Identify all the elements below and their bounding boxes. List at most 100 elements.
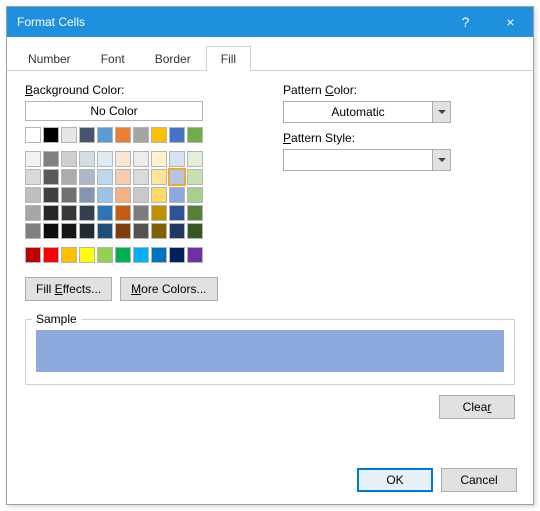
color-swatch[interactable] (115, 223, 131, 239)
color-swatch[interactable] (187, 169, 203, 185)
color-swatch[interactable] (79, 223, 95, 239)
color-swatch[interactable] (187, 205, 203, 221)
color-swatch[interactable] (97, 247, 113, 263)
help-button[interactable]: ? (443, 7, 488, 37)
color-swatch[interactable] (79, 247, 95, 263)
color-swatch[interactable] (79, 169, 95, 185)
color-swatch[interactable] (115, 151, 131, 167)
color-swatch[interactable] (133, 169, 149, 185)
color-swatch[interactable] (187, 247, 203, 263)
color-swatch[interactable] (115, 127, 131, 143)
color-swatch[interactable] (61, 205, 77, 221)
theme-color-row (25, 127, 245, 143)
color-swatch[interactable] (115, 247, 131, 263)
color-swatch[interactable] (151, 187, 167, 203)
sample-label: Sample (32, 312, 81, 326)
tab-border[interactable]: Border (140, 46, 206, 71)
color-swatch[interactable] (61, 187, 77, 203)
format-cells-dialog: Format Cells ? × Number Font Border Fill… (6, 6, 534, 505)
no-color-button[interactable]: No Color (25, 101, 203, 121)
color-swatch[interactable] (133, 151, 149, 167)
color-swatch[interactable] (97, 151, 113, 167)
chevron-down-icon (432, 150, 450, 170)
color-swatch[interactable] (43, 169, 59, 185)
color-swatch[interactable] (79, 205, 95, 221)
pattern-color-value: Automatic (284, 105, 432, 119)
tab-strip: Number Font Border Fill (7, 45, 533, 71)
chevron-down-icon (432, 102, 450, 122)
color-swatch[interactable] (79, 151, 95, 167)
color-swatch[interactable] (151, 169, 167, 185)
background-color-section: Background Color: No Color Fill Effects.… (25, 83, 245, 301)
color-swatch[interactable] (151, 223, 167, 239)
color-swatch[interactable] (43, 127, 59, 143)
color-swatch[interactable] (61, 127, 77, 143)
color-swatch[interactable] (115, 205, 131, 221)
color-swatch[interactable] (169, 187, 185, 203)
close-button[interactable]: × (488, 7, 533, 37)
color-swatch[interactable] (25, 223, 41, 239)
clear-button[interactable]: Clear (439, 395, 515, 419)
color-swatch[interactable] (97, 223, 113, 239)
cancel-button[interactable]: Cancel (441, 468, 517, 492)
color-swatch[interactable] (115, 169, 131, 185)
background-color-label: Background Color: (25, 83, 245, 97)
color-swatch[interactable] (43, 247, 59, 263)
color-swatch[interactable] (61, 247, 77, 263)
standard-color-row (25, 247, 245, 263)
pattern-style-label: Pattern Style: (283, 131, 515, 145)
color-swatch[interactable] (151, 127, 167, 143)
color-swatch[interactable] (133, 247, 149, 263)
color-swatch[interactable] (43, 151, 59, 167)
pattern-color-dropdown[interactable]: Automatic (283, 101, 451, 123)
color-swatch[interactable] (187, 187, 203, 203)
color-swatch[interactable] (25, 127, 41, 143)
color-swatch[interactable] (25, 169, 41, 185)
color-swatch[interactable] (61, 169, 77, 185)
color-swatch[interactable] (169, 205, 185, 221)
color-swatch[interactable] (133, 187, 149, 203)
color-swatch[interactable] (169, 127, 185, 143)
color-swatch[interactable] (151, 247, 167, 263)
pattern-style-dropdown[interactable] (283, 149, 451, 171)
color-swatch[interactable] (97, 169, 113, 185)
color-swatch[interactable] (115, 187, 131, 203)
title-bar: Format Cells ? × (7, 7, 533, 37)
theme-color-grid (25, 151, 245, 239)
color-swatch[interactable] (25, 205, 41, 221)
color-swatch[interactable] (151, 151, 167, 167)
tab-fill[interactable]: Fill (206, 46, 251, 71)
color-swatch[interactable] (61, 223, 77, 239)
tab-font[interactable]: Font (86, 46, 140, 71)
color-swatch[interactable] (25, 247, 41, 263)
color-swatch[interactable] (169, 247, 185, 263)
tab-number[interactable]: Number (13, 46, 86, 71)
color-swatch[interactable] (133, 223, 149, 239)
color-swatch[interactable] (187, 223, 203, 239)
color-swatch[interactable] (43, 187, 59, 203)
color-swatch[interactable] (151, 205, 167, 221)
color-swatch[interactable] (61, 151, 77, 167)
color-swatch[interactable] (79, 127, 95, 143)
color-swatch[interactable] (133, 127, 149, 143)
color-swatch[interactable] (187, 151, 203, 167)
color-swatch[interactable] (169, 169, 185, 185)
color-swatch[interactable] (25, 187, 41, 203)
color-swatch[interactable] (43, 205, 59, 221)
color-swatch[interactable] (97, 187, 113, 203)
color-swatch[interactable] (97, 205, 113, 221)
more-colors-button[interactable]: More Colors... (120, 277, 217, 301)
ok-button[interactable]: OK (357, 468, 433, 492)
color-swatch[interactable] (97, 127, 113, 143)
color-swatch[interactable] (133, 205, 149, 221)
color-swatch[interactable] (79, 187, 95, 203)
color-swatch[interactable] (43, 223, 59, 239)
dialog-footer: OK Cancel (7, 460, 533, 504)
sample-preview (36, 330, 504, 372)
color-swatch[interactable] (169, 151, 185, 167)
fill-effects-button[interactable]: Fill Effects... (25, 277, 112, 301)
color-swatch[interactable] (25, 151, 41, 167)
color-swatch[interactable] (169, 223, 185, 239)
color-swatch[interactable] (187, 127, 203, 143)
dialog-title: Format Cells (17, 15, 443, 29)
